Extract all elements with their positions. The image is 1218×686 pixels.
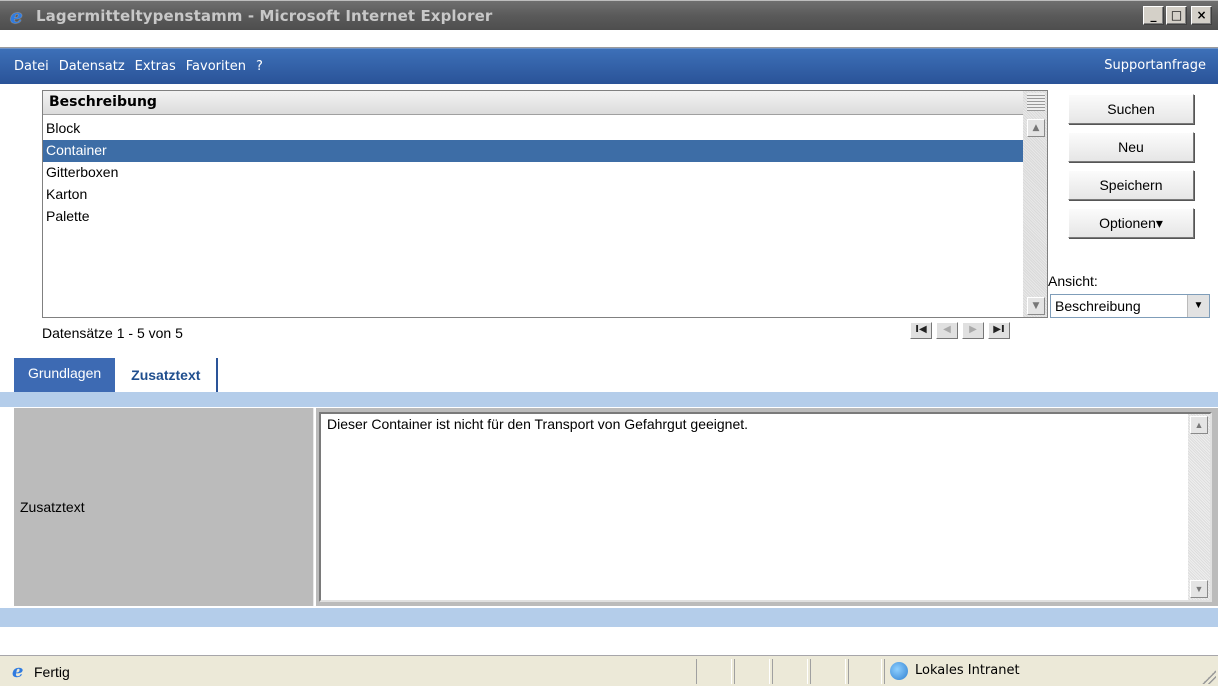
list-rows: Block Container Gitterboxen Karton Palet… (43, 118, 1023, 228)
scroll-up-icon[interactable]: ▲ (1190, 416, 1208, 434)
status-panel (734, 659, 770, 684)
tab-grundlagen[interactable]: Grundlagen (14, 358, 116, 392)
textarea-scrollbar[interactable]: ▲ ▼ (1188, 414, 1210, 600)
ie-icon: e (10, 3, 23, 28)
zone-label: Lokales Intranet (915, 663, 1020, 678)
zusatztext-textarea[interactable]: Dieser Container ist nicht für den Trans… (319, 412, 1212, 602)
browser-window: e Lagermitteltypenstamm - Microsoft Inte… (0, 0, 1218, 686)
save-button[interactable]: Speichern (1068, 170, 1194, 200)
view-label: Ansicht: (1048, 273, 1098, 289)
tab-zusatztext[interactable]: Zusatztext (115, 358, 219, 394)
view-select-value: Beschreibung (1055, 298, 1141, 314)
detail-form: Zusatztext Dieser Container ist nicht fü… (14, 407, 1218, 606)
page-status-icon: e (12, 661, 24, 682)
window-title: Lagermitteltypenstamm - Microsoft Intern… (36, 6, 493, 25)
last-record-icon[interactable]: ▶I (988, 322, 1010, 339)
list-row[interactable]: Gitterboxen (43, 162, 1023, 184)
status-panel (772, 659, 808, 684)
column-grip-icon (1027, 93, 1045, 111)
menu-datensatz[interactable]: Datensatz (59, 59, 125, 74)
menu-extras[interactable]: Extras (135, 59, 176, 74)
status-panel (696, 659, 732, 684)
status-panel (810, 659, 846, 684)
tab-bar: Grundlagen Zusatztext (14, 358, 219, 394)
menu-favoriten[interactable]: Favoriten (186, 59, 246, 74)
chevron-down-icon[interactable]: ▼ (1187, 295, 1209, 317)
record-list: Beschreibung Block Container Gitterboxen… (42, 90, 1048, 318)
prev-record-icon[interactable]: ◀ (936, 322, 958, 339)
record-navigation: I◀ ◀ ▶ ▶I (910, 322, 1010, 339)
list-row-selected[interactable]: Container (43, 140, 1023, 162)
status-bar: e Fertig Lokales Intranet (0, 655, 1218, 686)
status-panel (848, 659, 882, 684)
tab-underline-band (0, 392, 1218, 407)
menu-datei[interactable]: Datei (14, 59, 49, 74)
maximize-button[interactable]: □ (1166, 6, 1187, 25)
action-panel: Suchen Neu Speichern Optionen▾ (1068, 94, 1198, 246)
field-label: Zusatztext (14, 408, 314, 606)
list-row[interactable]: Palette (43, 206, 1023, 228)
view-select[interactable]: Beschreibung ▼ (1050, 294, 1210, 318)
search-button[interactable]: Suchen (1068, 94, 1194, 124)
options-button[interactable]: Optionen▾ (1068, 208, 1194, 238)
scroll-up-icon[interactable]: ▲ (1027, 119, 1045, 137)
list-row[interactable]: Block (43, 118, 1023, 140)
resize-grip-icon[interactable] (1202, 670, 1216, 684)
menu-bar: Datei Datensatz Extras Favoriten ? Suppo… (0, 48, 1218, 84)
record-count: Datensätze 1 - 5 von 5 (42, 325, 183, 341)
next-record-icon[interactable]: ▶ (962, 322, 984, 339)
support-link[interactable]: Supportanfrage (1104, 58, 1206, 73)
security-zone: Lokales Intranet (884, 659, 1204, 684)
title-bar: e Lagermitteltypenstamm - Microsoft Inte… (0, 0, 1218, 30)
scroll-down-icon[interactable]: ▼ (1027, 297, 1045, 315)
list-scrollbar[interactable]: ▲ ▼ (1023, 91, 1047, 317)
intranet-zone-icon (890, 662, 908, 680)
close-button[interactable]: × (1191, 6, 1212, 25)
menu-help[interactable]: ? (256, 59, 263, 74)
footer-band (0, 608, 1218, 627)
minimize-button[interactable]: _ (1143, 6, 1164, 25)
list-row[interactable]: Karton (43, 184, 1023, 206)
list-column-header[interactable]: Beschreibung (43, 91, 1023, 115)
first-record-icon[interactable]: I◀ (910, 322, 932, 339)
textarea-content: Dieser Container ist nicht für den Trans… (327, 416, 749, 432)
new-button[interactable]: Neu (1068, 132, 1194, 162)
scroll-down-icon[interactable]: ▼ (1190, 580, 1208, 598)
window-controls: _ □ × (1143, 6, 1212, 25)
title-gap (0, 30, 1218, 48)
status-text: Fertig (34, 664, 70, 680)
